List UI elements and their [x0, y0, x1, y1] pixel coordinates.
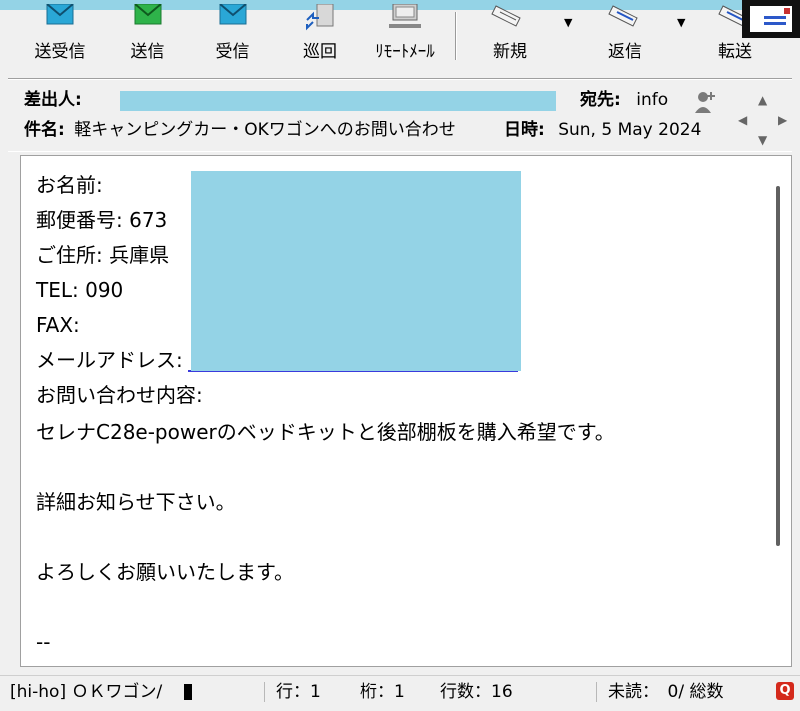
- toolbar-label: 受信: [215, 42, 250, 62]
- toolbar-label: 送信: [130, 42, 165, 62]
- date-value: Sun, 5 May 2024: [558, 120, 702, 140]
- remote-mail-button[interactable]: ﾘﾓｰﾄﾒｰﾙ: [360, 3, 450, 66]
- add-contact-icon[interactable]: [693, 89, 719, 119]
- reply-icon: [605, 4, 645, 38]
- body-line: セレナC28e-powerのベッドキットと後部棚板を購入希望です。: [36, 420, 615, 444]
- unread-total: 未読： 0/ 総数: [608, 682, 724, 702]
- body-line: FAX:: [36, 313, 80, 337]
- patrol-icon: [303, 3, 337, 38]
- arrow-left-icon[interactable]: ◀: [738, 114, 747, 126]
- body-line: 郵便番号: 673: [36, 208, 168, 232]
- remote-mail-icon: [385, 3, 425, 38]
- text-cursor: [184, 684, 192, 700]
- subject-label: 件名:: [24, 120, 65, 140]
- mail-window-icon[interactable]: [742, 0, 800, 38]
- navigation-pad[interactable]: ▲ ▼ ◀ ▶: [738, 94, 790, 146]
- arrow-down-icon[interactable]: ▼: [758, 134, 767, 146]
- body-line: お名前:: [36, 173, 103, 197]
- toolbar-separator: [455, 12, 457, 60]
- new-mail-icon: [490, 4, 530, 38]
- toolbar-label: 巡回: [303, 42, 337, 62]
- reply-dropdown[interactable]: ▼: [670, 4, 686, 66]
- send-icon: [131, 3, 165, 38]
- toolbar-label: ﾘﾓｰﾄﾒｰﾙ: [375, 42, 435, 62]
- q-status-icon[interactable]: Q: [776, 682, 794, 700]
- folder-path: [hi-ho] ＯＫワゴン/: [10, 682, 163, 702]
- toolbar-label: 新規: [493, 42, 527, 62]
- row-indicator: 行：1: [276, 682, 321, 702]
- body-line: ご住所: 兵庫県: [36, 243, 170, 267]
- body-line: TEL: 090: [36, 278, 124, 302]
- arrow-right-icon[interactable]: ▶: [778, 114, 787, 126]
- chevron-down-icon: ▼: [677, 16, 686, 29]
- message-body[interactable]: お名前: 郵便番号: 673 ご住所: 兵庫県 TEL: 090 FAX: メー…: [20, 155, 792, 667]
- arrow-up-icon[interactable]: ▲: [758, 94, 767, 106]
- new-mail-button[interactable]: 新規: [470, 4, 550, 66]
- status-separator: [264, 682, 265, 702]
- body-line: 詳細お知らせ下さい。: [36, 490, 236, 514]
- status-separator: [596, 682, 597, 702]
- from-value-redacted: [120, 91, 556, 111]
- patrol-button[interactable]: 巡回: [285, 3, 355, 66]
- body-line: --: [36, 630, 51, 654]
- column-indicator: 桁：1: [360, 682, 405, 702]
- send-button[interactable]: 送信: [110, 3, 185, 66]
- toolbar-label: 転送: [718, 42, 752, 62]
- receive-button[interactable]: 受信: [195, 3, 270, 66]
- send-receive-icon: [43, 3, 77, 38]
- date-label: 日時:: [504, 120, 545, 140]
- to-value: info: [636, 90, 669, 110]
- reply-button[interactable]: 返信: [585, 4, 665, 66]
- personal-info-redacted: [191, 171, 521, 371]
- line-count: 行数：16: [440, 682, 513, 702]
- chevron-down-icon: ▼: [564, 16, 573, 29]
- send-receive-button[interactable]: 送受信: [20, 3, 100, 66]
- toolbar-label: 返信: [608, 42, 642, 62]
- receive-icon: [216, 3, 250, 38]
- to-label: 宛先:: [580, 90, 621, 110]
- toolbar-label: 送受信: [34, 42, 86, 62]
- body-line: メールアドレス:: [36, 348, 183, 372]
- toolbar: 送受信 送信 受信 巡回 ﾘﾓｰﾄﾒｰﾙ 新規 ▼ 返信 ▼ 転送: [0, 0, 800, 68]
- status-bar: [hi-ho] ＯＫワゴン/ 行：1 桁：1 行数：16 未読： 0/ 総数 Q: [0, 675, 800, 708]
- new-mail-dropdown[interactable]: ▼: [557, 4, 573, 66]
- subject-value: 軽キャンピングカー・OKワゴンへのお問い合わせ: [74, 120, 456, 140]
- scrollbar-thumb[interactable]: [776, 186, 780, 546]
- body-line: お問い合わせ内容:: [36, 383, 203, 407]
- body-line: よろしくお願いいたします。: [36, 560, 294, 584]
- message-header: 差出人: 宛先: info 件名: 軽キャンピングカー・OKワゴンへのお問い合わ…: [8, 78, 792, 152]
- from-label: 差出人:: [24, 90, 82, 110]
